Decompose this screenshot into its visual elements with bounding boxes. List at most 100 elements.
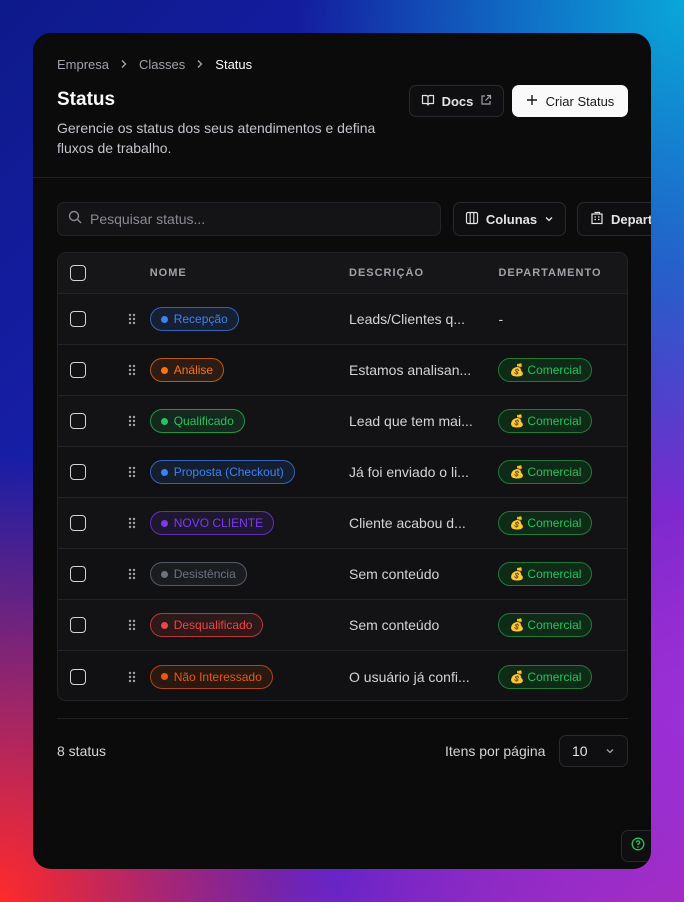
chevron-down-icon (605, 743, 615, 759)
status-badge: Recepção (149, 307, 239, 331)
drag-handle[interactable] (114, 466, 150, 478)
chevron-down-icon (544, 212, 554, 227)
row-checkbox[interactable] (70, 413, 86, 429)
table-row[interactable]: NOVO CLIENTE Cliente acabou d... 💰 Comer… (58, 498, 627, 549)
money-bag-icon: 💰 (509, 516, 525, 530)
drag-handle[interactable] (114, 517, 150, 529)
status-description: Já foi enviado o li... (349, 464, 469, 480)
status-name: Desistência (173, 567, 236, 581)
docs-button[interactable]: Docs (409, 85, 504, 117)
department-label: Comercial (527, 465, 582, 479)
chevron-right-icon (119, 58, 129, 72)
drag-handle[interactable] (114, 415, 150, 427)
status-description: Leads/Clientes q... (349, 311, 465, 327)
book-icon (421, 93, 435, 110)
header-divider (33, 177, 651, 178)
status-color-dot (160, 417, 168, 425)
department-badge: 💰 Comercial (498, 562, 593, 586)
department-badge: 💰 Comercial (498, 613, 593, 637)
drag-handle[interactable] (114, 313, 150, 325)
breadcrumb: Empresa Classes Status (57, 57, 252, 72)
status-name: Proposta (Checkout) (173, 465, 284, 479)
status-badge: Qualificado (149, 409, 245, 433)
create-status-label: Criar Status (545, 93, 615, 109)
drag-handle-icon (128, 671, 135, 682)
status-color-dot (160, 519, 168, 527)
row-checkbox[interactable] (70, 311, 86, 327)
per-page-select[interactable]: 10 (559, 735, 628, 767)
drag-handle-icon (128, 517, 135, 529)
money-bag-icon: 💰 (509, 465, 525, 479)
department-label: Comercial (527, 669, 582, 684)
status-description: Estamos analisan... (349, 362, 472, 378)
status-color-dot (160, 673, 168, 680)
status-badge: Desqualificado (149, 613, 264, 637)
department-badge: 💰 Comercial (498, 409, 593, 433)
department-empty: - (498, 311, 504, 327)
row-checkbox[interactable] (70, 464, 86, 480)
status-badge: Não Interessado (149, 664, 273, 689)
columns-button[interactable]: Colunas (453, 202, 566, 236)
row-checkbox[interactable] (70, 515, 86, 531)
money-bag-icon: 💰 (509, 414, 525, 428)
status-name: NOVO CLIENTE (173, 516, 264, 530)
header-department[interactable]: DEPARTAMENTO (498, 267, 627, 279)
breadcrumb-status: Status (215, 57, 253, 72)
status-description: O usuário já confi... (349, 668, 470, 685)
money-bag-icon: 💰 (509, 363, 525, 377)
select-all-checkbox[interactable] (70, 265, 86, 281)
help-icon (631, 837, 645, 856)
table-row[interactable]: Recepção Leads/Clientes q... - (58, 294, 627, 345)
status-description: Sem conteúdo (349, 566, 440, 582)
department-label: Comercial (527, 363, 582, 377)
status-description: Cliente acabou d... (349, 515, 466, 531)
create-status-button[interactable]: Criar Status (512, 85, 628, 117)
status-badge: Análise (149, 358, 225, 382)
header-name[interactable]: NOME (150, 267, 349, 279)
breadcrumb-classes[interactable]: Classes (139, 57, 185, 72)
department-label: Comercial (527, 516, 582, 530)
drag-handle-icon (128, 568, 135, 580)
row-checkbox[interactable] (70, 617, 86, 633)
row-checkbox[interactable] (70, 668, 86, 685)
status-name: Qualificado (173, 414, 234, 428)
table-row[interactable]: Qualificado Lead que tem mai... 💰 Comerc… (58, 396, 627, 447)
drag-handle-icon (128, 415, 135, 427)
department-badge: 💰 Comercial (498, 460, 593, 484)
status-description: Lead que tem mai... (349, 413, 473, 429)
status-badge: Proposta (Checkout) (149, 460, 295, 484)
breadcrumb-empresa[interactable]: Empresa (57, 57, 109, 72)
money-bag-icon: 💰 (509, 669, 525, 684)
row-checkbox[interactable] (70, 566, 86, 582)
department-filter-button[interactable]: Departamento (577, 202, 651, 236)
department-badge: 💰 Comercial (498, 664, 593, 689)
department-filter-label: Departamento (611, 211, 651, 227)
table-row[interactable]: Proposta (Checkout) Já foi enviado o li.… (58, 447, 627, 498)
help-button[interactable] (621, 830, 651, 862)
per-page-label: Itens por página (445, 743, 546, 759)
footer-divider (57, 718, 628, 719)
drag-handle[interactable] (114, 671, 150, 683)
drag-handle-icon (128, 619, 135, 631)
department-label: Comercial (527, 414, 582, 428)
status-badge: Desistência (149, 562, 247, 586)
status-panel: Empresa Classes Status Status Gerencie o… (33, 33, 651, 869)
row-checkbox[interactable] (70, 362, 86, 378)
drag-handle[interactable] (114, 568, 150, 580)
drag-handle-icon (128, 313, 135, 325)
table-row[interactable]: Não Interessado O usuário já confi... 💰 … (58, 651, 627, 700)
plus-icon (526, 94, 538, 109)
table-row[interactable]: Análise Estamos analisan... 💰 Comercial (58, 345, 627, 396)
header-description[interactable]: DESCRIÇÃO (349, 267, 498, 279)
table-row[interactable]: Desqualificado Sem conteúdo 💰 Comercial (58, 600, 627, 651)
table-row[interactable]: Desistência Sem conteúdo 💰 Comercial (58, 549, 627, 600)
status-color-dot (160, 570, 168, 578)
status-color-dot (160, 315, 168, 323)
drag-handle[interactable] (114, 619, 150, 631)
search-input[interactable] (90, 211, 420, 227)
status-description: Sem conteúdo (349, 617, 440, 633)
drag-handle[interactable] (114, 364, 150, 376)
drag-handle-icon (128, 364, 135, 376)
chevron-right-icon (195, 58, 205, 72)
status-table: NOME DESCRIÇÃO DEPARTAMENTO Recepção Lea… (57, 252, 628, 701)
